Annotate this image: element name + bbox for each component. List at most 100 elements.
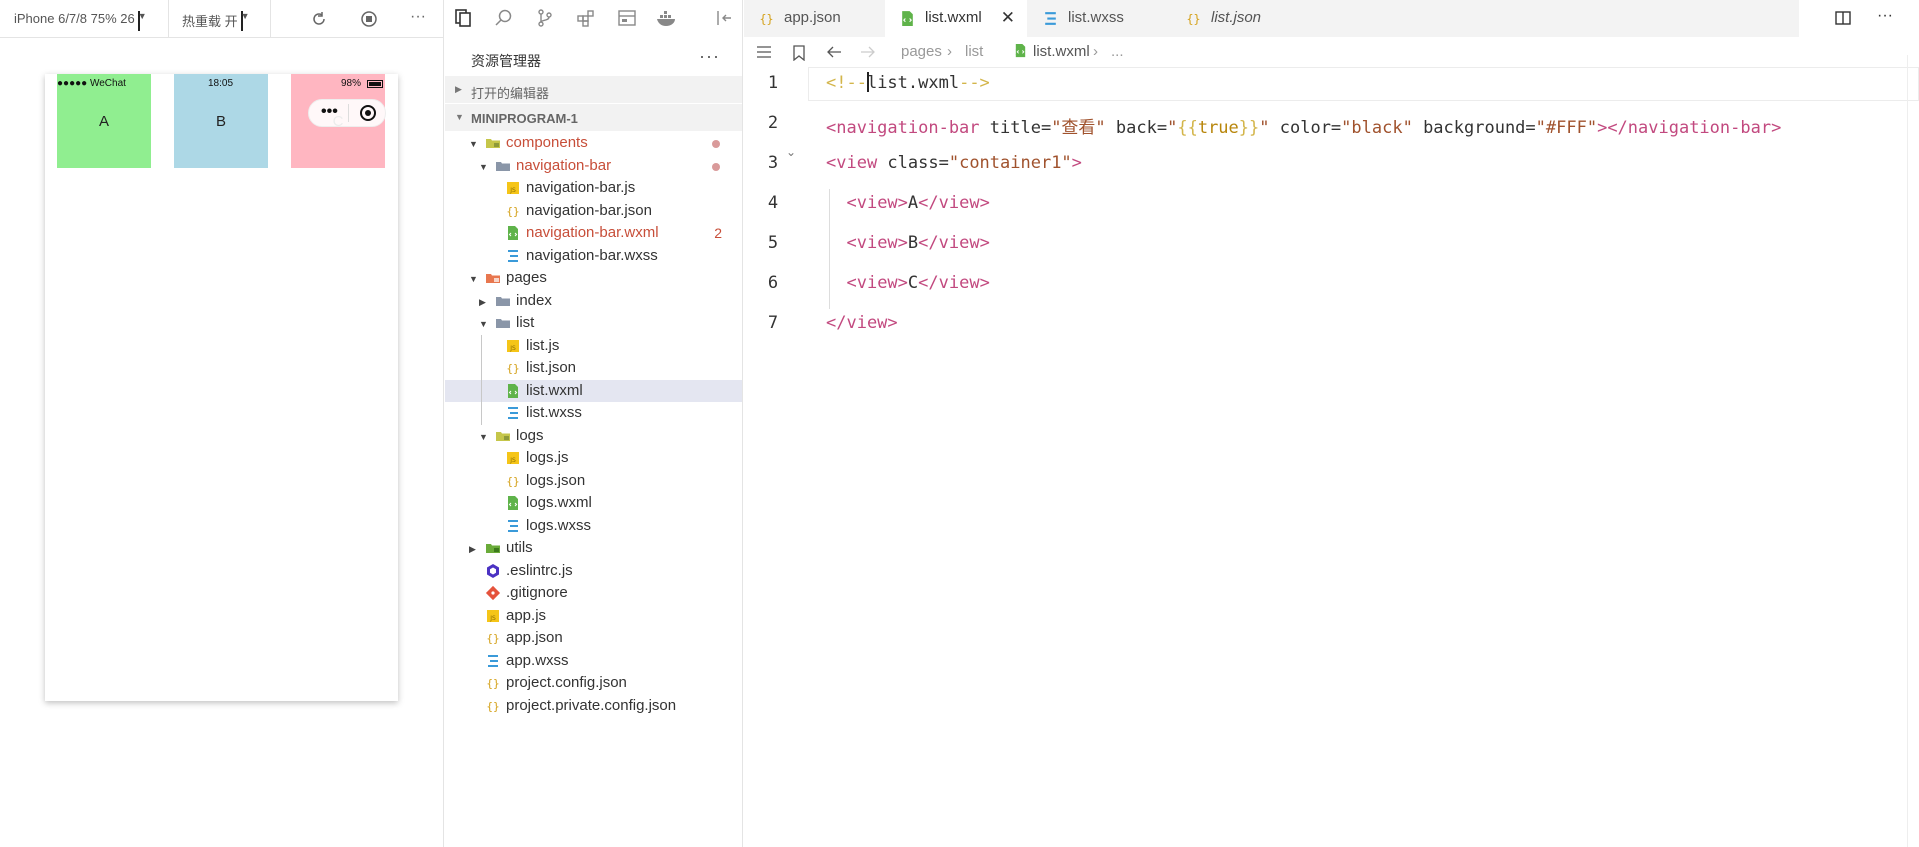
tree-file[interactable]: JS app.js	[445, 605, 742, 628]
code-token: </view>	[918, 193, 990, 213]
chevron-down-icon[interactable]: ▼	[469, 274, 479, 284]
tree-file[interactable]: .gitignore	[445, 582, 742, 605]
breadcrumb-item[interactable]: pages	[901, 43, 942, 60]
breadcrumb-item[interactable]: list.wxml	[1033, 43, 1090, 60]
code-line[interactable]: </view>	[826, 313, 898, 333]
editor-panel: ··· {} app.json list.wxml ✕ list.wxss {} list.…	[744, 0, 1919, 847]
stop-icon[interactable]	[360, 10, 378, 28]
status-bar-battery: 98%	[341, 78, 362, 89]
tree-folder[interactable]: ▼ pages	[445, 267, 742, 290]
tree-item-label: logs.wxss	[526, 516, 592, 534]
tree-file[interactable]: {} logs.json	[445, 470, 742, 493]
explorer-more-icon[interactable]: ···	[699, 46, 720, 67]
view-box-b[interactable]: 18:05 B	[174, 74, 268, 168]
tree-file[interactable]: list.wxss	[445, 402, 742, 425]
project-section[interactable]: ▼ MINIPROGRAM-1	[445, 104, 742, 131]
docker-icon[interactable]	[655, 7, 679, 29]
tree-folder[interactable]: ▼ list	[445, 312, 742, 335]
refresh-icon[interactable]	[310, 10, 328, 28]
list-view-icon[interactable]	[756, 45, 772, 63]
device-selector[interactable]: iPhone 6/7/8 75% 26 ▼	[14, 11, 147, 31]
simulator-panel: iPhone 6/7/8 75% 26 ▼ 热重载 开 ▼ ··· ●●●●● We…	[0, 0, 444, 847]
wxml-file-icon	[505, 495, 521, 511]
search-icon[interactable]	[494, 8, 514, 28]
tree-file[interactable]: navigation-bar.wxss	[445, 245, 742, 268]
tree-item-label: navigation-bar.wxss	[526, 246, 658, 264]
tree-file[interactable]: {} project.config.json	[445, 672, 742, 695]
source-control-icon[interactable]	[535, 8, 555, 28]
line-number: 5	[767, 233, 779, 253]
tree-file[interactable]: {} navigation-bar.json	[445, 200, 742, 223]
view-box-a[interactable]: ●●●●● WeChat A	[57, 74, 151, 168]
tree-file[interactable]: {} list.json	[445, 357, 742, 380]
problem-count-badge: 2	[714, 225, 722, 241]
code-line[interactable]: <view class="container1">	[826, 153, 1082, 173]
breadcrumb: pages›list›list.wxml›...	[744, 37, 1919, 65]
code-line[interactable]: <view>A</view>	[826, 193, 990, 213]
back-arrow-icon[interactable]	[826, 45, 842, 63]
tab-list-wxml[interactable]: list.wxml ✕	[885, 0, 1027, 37]
breadcrumb-item[interactable]: list	[965, 43, 983, 60]
git-file-icon	[485, 585, 501, 601]
code-line[interactable]: <!--list.wxml-->	[826, 73, 990, 93]
collapse-panel-icon[interactable]	[715, 9, 735, 27]
chevron-right-icon: ▶	[455, 84, 462, 94]
chevron-down-icon[interactable]: ▼	[479, 319, 489, 329]
tree-file[interactable]: logs.wxml	[445, 492, 742, 515]
js-file-icon: JS	[485, 608, 501, 624]
forward-arrow-icon[interactable]	[860, 45, 876, 63]
capsule-close-icon[interactable]	[359, 104, 377, 122]
split-editor-icon[interactable]	[1834, 9, 1852, 27]
chevron-right-icon[interactable]: ▶	[479, 297, 489, 308]
json-file-icon: {}	[505, 473, 521, 489]
code-line[interactable]: <navigation-bar title="查看" back="{{true}…	[826, 113, 1781, 138]
caret-down-icon: ▼	[240, 11, 250, 31]
tree-file[interactable]: navigation-bar.wxml 2	[445, 222, 742, 245]
fold-chevron-icon[interactable]: ⌄	[786, 145, 796, 159]
tab-list-wxss[interactable]: list.wxss	[1028, 0, 1170, 37]
debugger-icon[interactable]	[617, 8, 637, 28]
tree-file[interactable]: list.wxml	[445, 379, 742, 402]
more-icon[interactable]: ···	[410, 8, 426, 26]
tab-app-json[interactable]: {} app.json	[744, 0, 884, 37]
editor-more-icon[interactable]: ···	[1877, 7, 1893, 25]
bookmark-icon[interactable]	[792, 45, 806, 65]
menu-capsule[interactable]: •••	[308, 99, 386, 127]
chevron-down-icon[interactable]: ▼	[479, 432, 489, 442]
files-icon[interactable]	[453, 8, 473, 28]
open-editors-section[interactable]: ▶ 打开的编辑器	[445, 76, 742, 103]
tree-file[interactable]: JS list.js	[445, 335, 742, 358]
battery-icon	[367, 80, 383, 88]
code-token: <!--	[826, 73, 867, 93]
breadcrumb-item[interactable]: ...	[1111, 43, 1124, 60]
tree-file[interactable]: JS navigation-bar.js	[445, 177, 742, 200]
folder-icon	[495, 293, 511, 309]
capsule-more-icon[interactable]: •••	[321, 103, 338, 121]
chevron-down-icon[interactable]: ▼	[479, 162, 489, 172]
breadcrumb-separator-icon: ›	[947, 43, 952, 60]
tree-folder[interactable]: ▶ index	[445, 290, 742, 313]
hot-reload-toggle[interactable]: 热重载 开 ▼	[182, 11, 250, 31]
tree-folder[interactable]: ▼ logs	[445, 425, 742, 448]
extensions-icon[interactable]	[576, 8, 596, 28]
close-icon[interactable]: ✕	[1001, 8, 1015, 28]
tree-file[interactable]: {} app.json	[445, 627, 742, 650]
tree-file[interactable]: {} project.private.config.json	[445, 695, 742, 718]
code-token: true	[1197, 118, 1239, 138]
chevron-right-icon[interactable]: ▶	[469, 544, 479, 555]
chevron-down-icon[interactable]: ▼	[469, 139, 479, 149]
code-line[interactable]: <view>C</view>	[826, 273, 990, 293]
tree-item-label: .eslintrc.js	[506, 561, 573, 579]
tree-file[interactable]: logs.wxss	[445, 515, 742, 538]
tab-list-json[interactable]: {} list.json	[1171, 0, 1313, 37]
scrollbar[interactable]	[1907, 55, 1919, 847]
tree-folder[interactable]: ▼ navigation-bar	[445, 155, 742, 178]
tree-folder[interactable]: ▶ utils	[445, 537, 742, 560]
code-token: </view>	[918, 273, 990, 293]
code-line[interactable]: <view>B</view>	[826, 233, 989, 253]
tree-file[interactable]: app.wxss	[445, 650, 742, 673]
tree-folder[interactable]: ▼ components	[445, 132, 742, 155]
text-cursor	[867, 72, 869, 92]
tree-file[interactable]: .eslintrc.js	[445, 560, 742, 583]
tree-file[interactable]: JS logs.js	[445, 447, 742, 470]
